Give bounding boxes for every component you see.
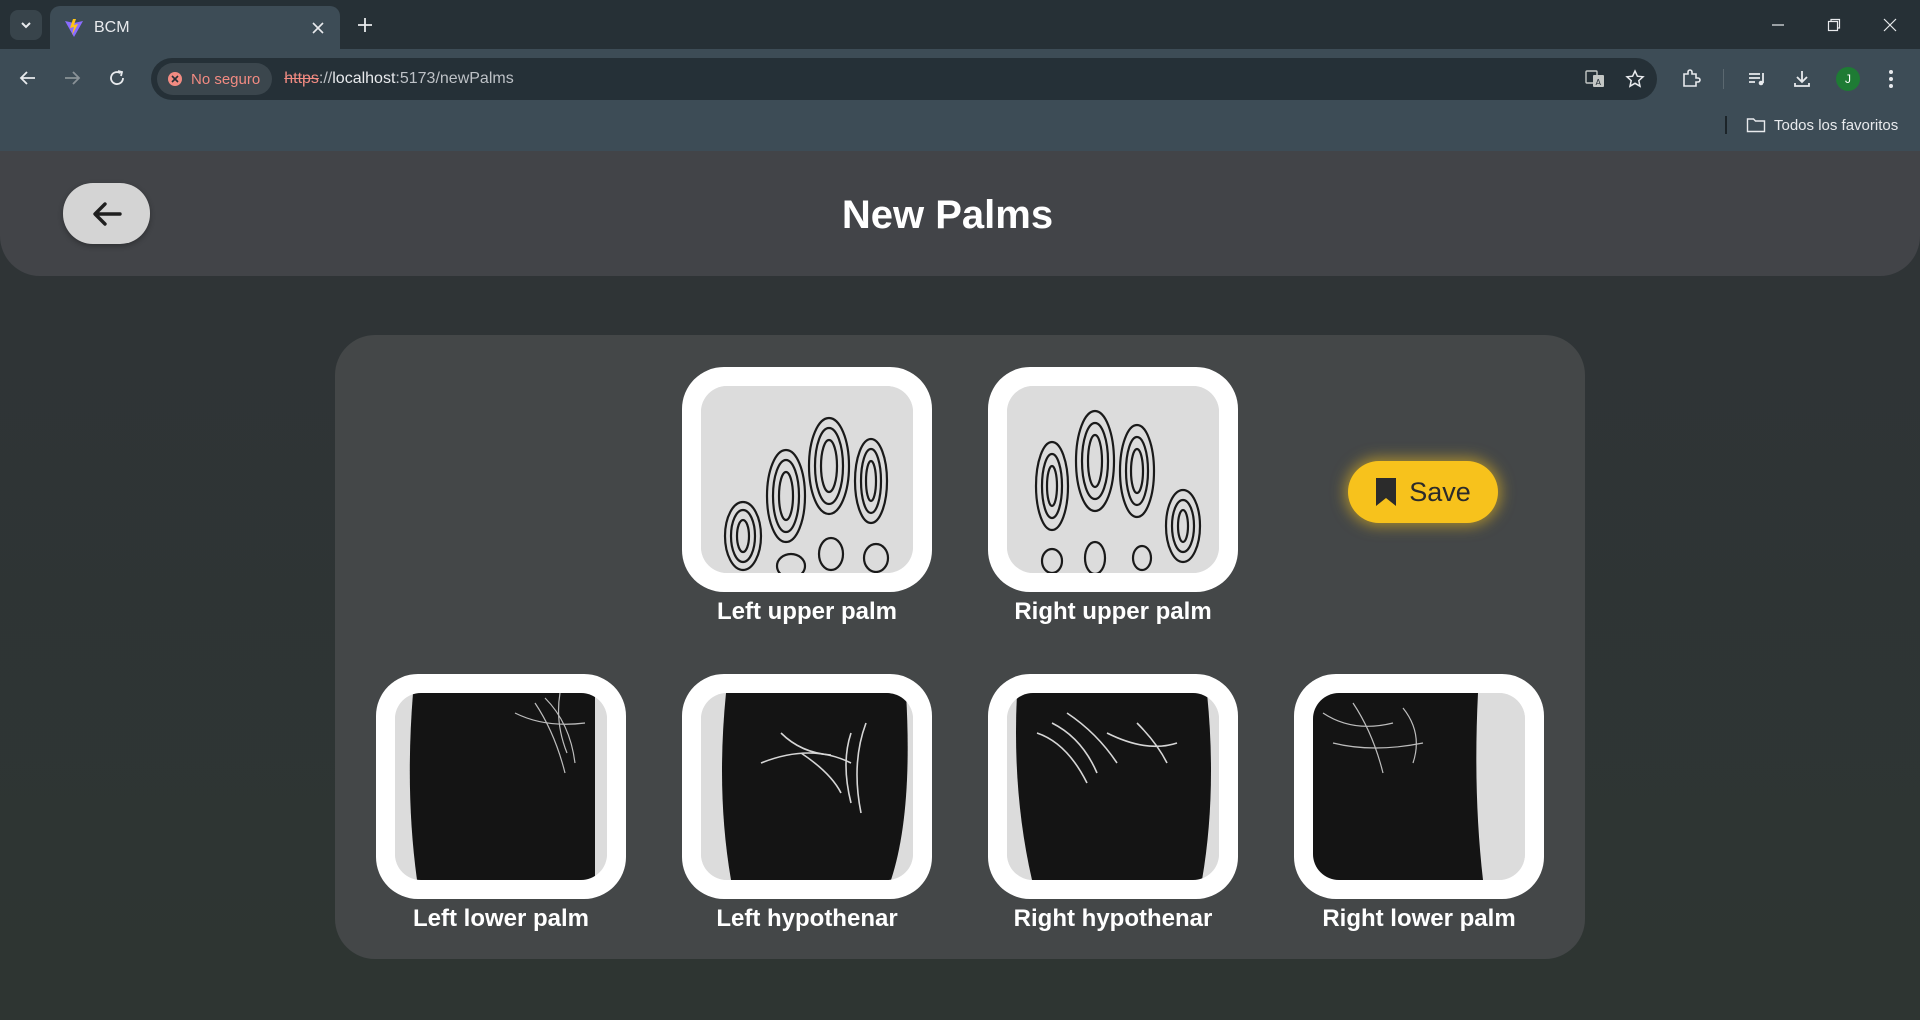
toolbar-divider [1723, 69, 1724, 89]
url-path: :5173/newPalms [395, 70, 514, 87]
palm-label-right-upper: Right upper palm [1014, 598, 1212, 625]
plus-icon [358, 18, 372, 32]
download-icon [1794, 71, 1810, 87]
close-icon [312, 21, 324, 34]
security-chip[interactable]: No seguro [157, 63, 273, 95]
star-icon [1625, 69, 1645, 88]
browser-tab-active[interactable]: BCM [50, 6, 340, 49]
close-icon [1883, 18, 1897, 31]
bookmark-star-button[interactable] [1617, 61, 1653, 97]
minimize-icon [1772, 23, 1784, 26]
left-hypothenar-image [701, 693, 913, 880]
palm-label-right-lower: Right lower palm [1322, 905, 1516, 932]
downloads-button[interactable] [1785, 62, 1819, 96]
url-host: localhost [332, 70, 396, 87]
all-bookmarks-folder[interactable]: Todos los favoritos [1746, 112, 1898, 138]
palm-card-left-lower: Left lower palm [376, 674, 626, 933]
forward-nav-button[interactable] [56, 62, 88, 94]
palm-card-left-hypothenar: Left hypothenar [682, 674, 932, 933]
profile-avatar[interactable]: J [1836, 67, 1860, 91]
tab-search-button[interactable] [10, 10, 42, 40]
save-button[interactable]: Save [1348, 461, 1498, 523]
media-controls-button[interactable] [1740, 62, 1774, 96]
arrow-left-icon [19, 71, 35, 85]
palm-slot-right-upper[interactable] [988, 367, 1238, 592]
puzzle-icon [1683, 69, 1701, 87]
palm-slot-left-lower[interactable] [376, 674, 626, 899]
url-scheme: https [284, 70, 319, 87]
address-bar[interactable]: No seguro https://localhost:5173/newPalm… [151, 58, 1657, 100]
translate-icon: A [1585, 70, 1604, 87]
page-title: New Palms [841, 193, 1054, 237]
arrow-right-icon [65, 71, 81, 85]
page-content: New Palms Left upper palm Right upper pa… [0, 151, 1920, 1020]
translate-button[interactable]: A [1577, 61, 1613, 97]
tab-close-button[interactable] [304, 14, 332, 42]
right-lower-palm-image [1313, 693, 1525, 880]
browser-tabstrip: BCM [0, 0, 1920, 49]
palm-card-left-upper: Left upper palm [682, 367, 932, 626]
new-tab-button[interactable] [350, 10, 380, 40]
tab-title: BCM [94, 18, 130, 36]
url-separator: :// [318, 70, 333, 87]
bookmark-icon [1376, 478, 1397, 506]
right-upper-palm-image [1007, 386, 1219, 573]
folder-icon [1746, 118, 1766, 133]
palm-card-right-lower: Right lower palm [1294, 674, 1544, 933]
vite-favicon-icon [65, 18, 83, 37]
minimize-button[interactable] [1750, 0, 1806, 49]
not-secure-icon [168, 72, 182, 86]
more-vertical-icon [1889, 70, 1893, 88]
left-lower-palm-image [395, 693, 607, 880]
url-text[interactable]: https://localhost:5173/newPalms [284, 70, 1577, 88]
palm-card-right-upper: Right upper palm [988, 367, 1238, 626]
palm-slot-right-hypothenar[interactable] [988, 674, 1238, 899]
palm-label-left-hypothenar: Left hypothenar [716, 905, 898, 932]
browser-menu-button[interactable] [1874, 62, 1908, 96]
extensions-button[interactable] [1674, 62, 1708, 96]
save-label: Save [1409, 476, 1471, 507]
right-hypothenar-image [1007, 693, 1219, 880]
palm-card-right-hypothenar: Right hypothenar [988, 674, 1238, 933]
svg-text:A: A [1596, 78, 1602, 87]
palm-label-right-hypothenar: Right hypothenar [1013, 905, 1213, 932]
restore-button[interactable] [1806, 0, 1862, 49]
back-nav-button[interactable] [12, 62, 44, 94]
palm-capture-panel: Left upper palm Right upper palm Save Le… [335, 335, 1585, 959]
palm-slot-left-hypothenar[interactable] [682, 674, 932, 899]
left-upper-palm-image [701, 386, 913, 573]
reload-icon [110, 70, 124, 85]
palm-slot-left-upper[interactable] [682, 367, 932, 592]
restore-icon [1827, 18, 1841, 31]
security-label: No seguro [191, 70, 261, 88]
playlist-icon [1749, 73, 1764, 86]
close-window-button[interactable] [1862, 0, 1918, 49]
palm-label-left-upper: Left upper palm [716, 598, 897, 625]
palm-label-left-lower: Left lower palm [412, 905, 590, 932]
bookmarks-bar-divider [1725, 116, 1727, 134]
reload-button[interactable] [101, 62, 133, 94]
page-header: New Palms [0, 151, 1920, 276]
chevron-down-icon [21, 22, 31, 29]
bookmarks-folder-label: Todos los favoritos [1774, 116, 1899, 134]
palm-slot-right-lower[interactable] [1294, 674, 1544, 899]
